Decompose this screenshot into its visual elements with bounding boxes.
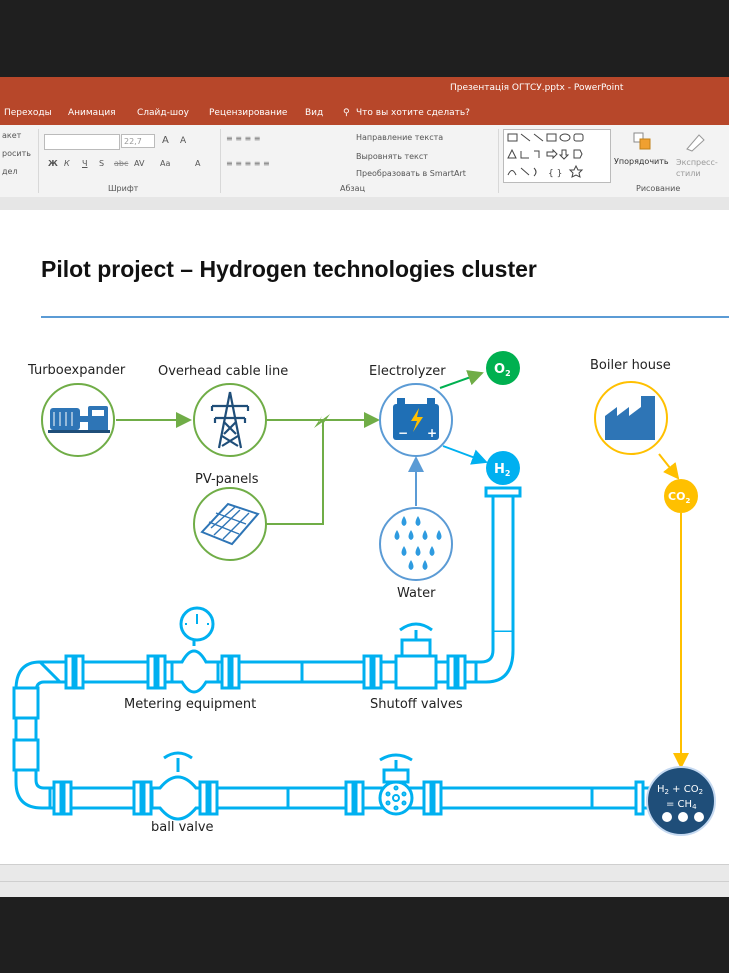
tell-me-box[interactable]: Что вы хотите сделать? <box>356 108 470 118</box>
boiler-to-co2-arrow <box>658 453 680 480</box>
water-label: Water <box>397 586 436 601</box>
electrolyzer-to-h2-arrow <box>442 445 488 465</box>
svg-text:−: − <box>398 426 408 440</box>
turboexpander-label: Turboexpander <box>27 363 126 378</box>
pv-label: PV-panels <box>195 472 259 487</box>
h2-sub: 2 <box>505 469 511 478</box>
window-title: Презентація ОГТСУ.pptx - PowerPoint <box>450 83 624 93</box>
svg-text:{ }: { } <box>548 169 562 179</box>
ribbon-separator <box>38 129 39 193</box>
shapes-gallery[interactable]: { } <box>503 129 611 183</box>
h2-text: H <box>494 462 505 477</box>
valve-icon <box>378 753 414 816</box>
boiler-house-node[interactable] <box>594 381 668 455</box>
align-icons[interactable]: ≡ ≡ ≡ ≡ ≡ <box>226 159 270 168</box>
status-area <box>0 864 729 898</box>
font-color-button[interactable]: A <box>195 159 200 168</box>
ball-valve <box>150 751 202 821</box>
ribbon: акет росить дел 22,7 A A Ж К Ч S abc AV … <box>0 125 729 198</box>
lightbulb-icon: ⚲ <box>343 108 350 118</box>
smartart-button[interactable]: Преобразовать в SmartArt <box>356 169 466 178</box>
shutoff-label: Shutoff valves <box>370 697 463 712</box>
grow-font-icon[interactable]: A <box>162 135 169 146</box>
menu-view[interactable]: Вид <box>305 108 323 118</box>
arrange-icon[interactable] <box>632 131 654 153</box>
battery-icon: − + <box>393 398 439 440</box>
shutoff-valve <box>394 622 438 690</box>
menu-transitions[interactable]: Переходы <box>4 108 52 118</box>
bold-button[interactable]: Ж <box>48 159 58 168</box>
hydrogen-cluster-diagram: Turboexpander Overhead cable line PV-pan… <box>12 351 716 836</box>
title-bar: Презентація ОГТСУ.pptx - PowerPoint <box>0 77 729 103</box>
turboexpander-node[interactable] <box>41 383 115 457</box>
co2-sub: 2 <box>685 497 690 505</box>
bottom-black-border <box>0 897 729 973</box>
menu-review[interactable]: Рецензирование <box>209 108 287 118</box>
h2-badge: H2 <box>486 451 520 485</box>
font-size-input[interactable]: 22,7 <box>121 134 155 148</box>
ribbon-section-btn[interactable]: дел <box>2 167 18 176</box>
svg-text:H2 + CO2: H2 + CO2 <box>657 784 703 796</box>
case-button[interactable]: Aa <box>160 159 170 168</box>
slide[interactable]: Pilot project – Hydrogen technologies cl… <box>0 210 729 864</box>
drawing-group-label: Рисование <box>636 184 681 193</box>
shrink-font-icon[interactable]: A <box>180 136 186 146</box>
o2-badge: O2 <box>486 351 520 385</box>
methanation-reactor[interactable]: H2 + CO2 = CH4 <box>646 766 716 836</box>
turbine-icon <box>48 406 110 433</box>
pipeline <box>12 486 652 810</box>
ribbon-layout-btn[interactable]: акет <box>2 131 21 140</box>
water-node[interactable] <box>379 507 453 581</box>
ballvalve-label: ball valve <box>151 820 214 835</box>
ribbon-separator <box>220 129 221 193</box>
boiler-label: Boiler house <box>590 358 671 373</box>
overhead-line-node[interactable] <box>193 383 267 457</box>
svg-text:+: + <box>427 426 437 440</box>
electrolyzer-label: Electrolyzer <box>369 364 446 379</box>
metering-label: Metering equipment <box>124 697 256 712</box>
menu-bar: Переходы Анимация Слайд-шоу Рецензирован… <box>0 103 729 125</box>
quick-styles-icon[interactable] <box>684 131 708 153</box>
pv-to-electrolyzer-line <box>266 420 324 525</box>
metering-equipment <box>170 606 220 694</box>
arrange-button[interactable]: Упорядочить <box>614 157 669 166</box>
reactor-ch4: = CH <box>666 799 692 810</box>
bullets-icon[interactable]: ≡ ≡ ≡ ≡ <box>226 134 260 143</box>
co2-badge: CO2 <box>664 479 698 513</box>
status-divider <box>0 881 729 882</box>
align-text-button[interactable]: Выровнять текст <box>356 152 428 161</box>
ribbon-separator <box>498 129 499 193</box>
ribbon-reset-btn[interactable]: росить <box>2 149 31 158</box>
spacing-button[interactable]: AV <box>134 159 144 168</box>
overhead-label: Overhead cable line <box>158 364 288 379</box>
text-direction-button[interactable]: Направление текста <box>356 133 443 142</box>
reactor-h2: H <box>657 784 665 795</box>
menu-animation[interactable]: Анимация <box>68 108 116 118</box>
o2-text: O <box>494 362 505 377</box>
shadow-button[interactable]: S <box>99 159 104 168</box>
font-group-label: Шрифт <box>108 184 139 193</box>
paragraph-group-label: Абзац <box>340 184 366 193</box>
top-black-border <box>0 0 729 77</box>
font-name-input[interactable] <box>44 134 120 150</box>
pv-panels-node[interactable] <box>193 487 267 561</box>
underline-button[interactable]: Ч <box>82 159 87 168</box>
quick-styles-button[interactable]: Экспресс-стили <box>676 157 726 179</box>
electrolyzer-node[interactable]: − + <box>379 383 453 457</box>
italic-button[interactable]: К <box>64 159 70 168</box>
strikethrough-button[interactable]: abc <box>114 159 128 168</box>
co2-text: CO <box>668 490 685 503</box>
electrolyzer-to-o2-arrow <box>439 370 484 389</box>
o2-sub: 2 <box>505 369 511 378</box>
menu-slideshow[interactable]: Слайд-шоу <box>137 108 189 118</box>
